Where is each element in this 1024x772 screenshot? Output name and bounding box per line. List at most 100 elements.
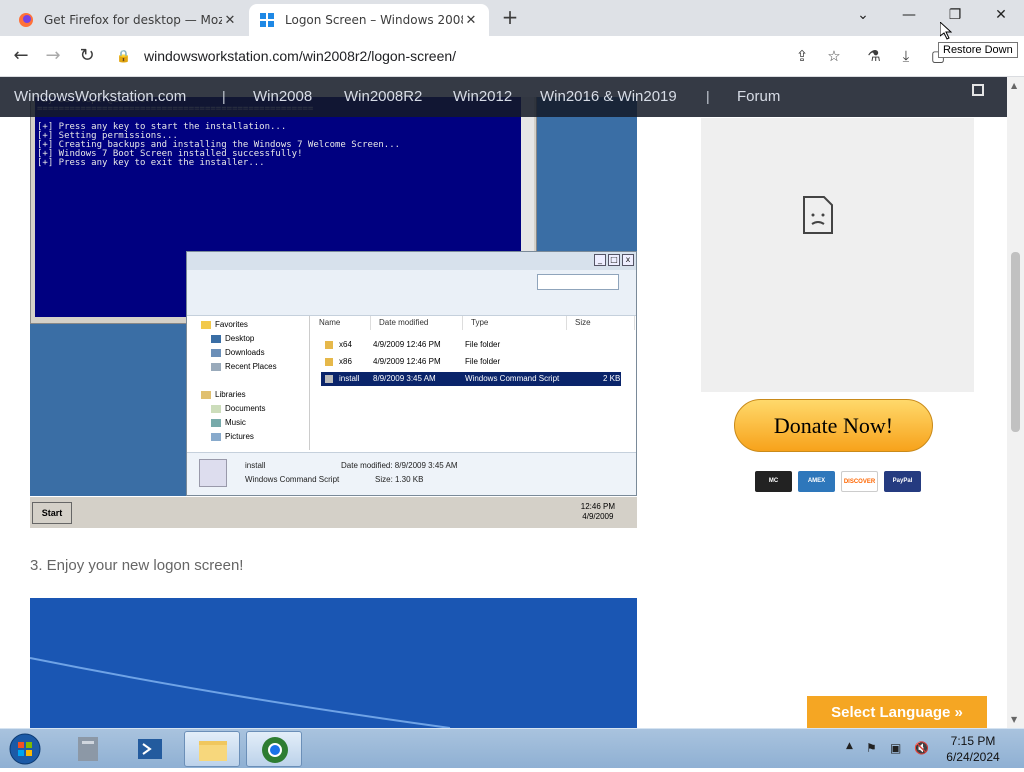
- back-button[interactable]: ←: [8, 44, 34, 68]
- folder-icon: [325, 358, 333, 366]
- server-taskbar: Start 12:46 PM 4/9/2009: [30, 496, 637, 528]
- file-row: install 8/9/2009 3:45 AM Windows Command…: [321, 372, 621, 386]
- pictures-icon: [211, 432, 221, 441]
- menu-toggle-icon[interactable]: [972, 84, 984, 96]
- step-caption: 3. Enjoy your new logon screen!: [30, 557, 244, 574]
- nav-item: Favorites: [201, 320, 248, 329]
- downloads-icon: [211, 348, 221, 357]
- site-navbar: WindowsWorkstation.com | Win2008 Win2008…: [0, 77, 1007, 117]
- nav-link-win2012[interactable]: Win2012: [453, 88, 512, 105]
- windows-logo-icon: [260, 13, 274, 27]
- network-icon[interactable]: ▣: [890, 741, 901, 755]
- tab-logon-screen[interactable]: Logon Screen – Windows 2008 R2 ✕: [249, 4, 489, 36]
- scrollbar-thumb[interactable]: [1011, 252, 1020, 432]
- explorer-taskbar-icon[interactable]: [184, 731, 240, 767]
- clock-time: 7:15 PM: [950, 734, 996, 748]
- tab-title: Logon Screen – Windows 2008 R2: [285, 13, 463, 27]
- documents-icon: [211, 404, 221, 413]
- nav-separator: |: [222, 88, 226, 104]
- scroll-down-icon[interactable]: ▼: [1011, 715, 1017, 724]
- music-icon: [211, 418, 221, 427]
- close-window-button[interactable]: ✕: [978, 0, 1024, 30]
- nav-link-win2008[interactable]: Win2008: [253, 88, 312, 105]
- folder-icon: [325, 341, 333, 349]
- donate-button[interactable]: Donate Now!: [734, 399, 933, 452]
- download-icon[interactable]: ⤓: [894, 44, 918, 68]
- file-large-icon: [199, 459, 227, 487]
- discover-icon: DISCOVER: [841, 471, 878, 492]
- action-center-flag-icon[interactable]: ⚑: [866, 741, 877, 755]
- select-language-button[interactable]: Select Language »: [807, 696, 987, 729]
- browser-tab-bar: Get Firefox for desktop — Mozilla ✕ Logo…: [0, 0, 1024, 36]
- column-header: Type: [463, 316, 567, 330]
- nav-item: Pictures: [211, 432, 254, 441]
- chrome-taskbar-icon[interactable]: [246, 731, 302, 767]
- nav-item: Recent Places: [211, 362, 277, 371]
- firefox-icon: [19, 13, 33, 27]
- star-icon: [201, 320, 211, 329]
- server-manager-taskbar-icon[interactable]: [62, 731, 118, 767]
- tab-firefox[interactable]: Get Firefox for desktop — Mozilla ✕: [8, 4, 248, 36]
- powershell-taskbar-icon[interactable]: [122, 731, 178, 767]
- browser-toolbar: ← → ↻ 🔒 windowsworkstation.com/win2008r2…: [0, 36, 1024, 77]
- explorer-nav-pane: Favorites Desktop Downloads Recent Place…: [187, 316, 310, 450]
- explorer-file-list: Name Date modified Type Size x64 4/9/200…: [311, 316, 636, 450]
- script-icon: [325, 375, 333, 383]
- mastercard-icon: MC: [755, 471, 792, 492]
- new-tab-button[interactable]: +: [498, 6, 522, 30]
- address-bar[interactable]: 🔒 windowsworkstation.com/win2008r2/logon…: [108, 41, 860, 71]
- amex-icon: AMEX: [798, 471, 835, 492]
- explorer-titlebar: _ □ x: [187, 252, 636, 270]
- bookmark-star-icon[interactable]: ☆: [822, 44, 846, 68]
- maximize-icon: □: [608, 254, 620, 266]
- volume-muted-icon[interactable]: 🔇: [914, 741, 929, 755]
- labs-flask-icon[interactable]: ⚗: [862, 44, 886, 68]
- tab-title: Get Firefox for desktop — Mozilla: [44, 13, 222, 27]
- clock-date: 6/24/2024: [946, 750, 1000, 764]
- explorer-details-pane: install Windows Command Script Date modi…: [187, 452, 636, 495]
- nav-link-forum[interactable]: Forum: [737, 88, 780, 105]
- site-logo-link[interactable]: WindowsWorkstation.com: [14, 88, 186, 105]
- recent-places-icon: [211, 362, 221, 371]
- column-header: Size: [567, 316, 635, 330]
- explorer-toolbar: [187, 270, 636, 316]
- start-orb-icon[interactable]: [6, 731, 44, 767]
- nav-link-win2008r2[interactable]: Win2008R2: [344, 88, 422, 105]
- ad-placeholder: [701, 118, 974, 392]
- nav-link-win2016[interactable]: Win2016 & Win2019: [540, 88, 677, 105]
- server-clock: 12:46 PM 4/9/2009: [580, 502, 615, 521]
- share-icon[interactable]: ⇪: [790, 44, 814, 68]
- url-text: windowsworkstation.com/win2008r2/logon-s…: [144, 48, 457, 64]
- windows-taskbar: ▲ ⚑ ▣ 🔇 7:15 PM 6/24/2024: [0, 728, 1024, 768]
- close-tab-icon[interactable]: ✕: [463, 13, 479, 28]
- nav-item: Documents: [211, 404, 265, 413]
- explorer-search-box: [537, 274, 619, 290]
- restore-button[interactable]: ❐: [932, 0, 978, 30]
- nav-item: Downloads: [211, 348, 265, 357]
- minimize-icon: _: [594, 254, 606, 266]
- page-content: Windows 7 Welcome Screen for Windows Ser…: [0, 77, 1007, 728]
- windows7-logon-image: [30, 598, 637, 728]
- desktop-icon: [211, 334, 221, 343]
- scroll-up-icon[interactable]: ▲: [1011, 81, 1017, 90]
- server-2008-screenshot: Windows 7 Welcome Screen for Windows Ser…: [30, 97, 637, 528]
- show-hidden-icons[interactable]: ▲: [846, 741, 853, 751]
- broken-image-icon: [803, 196, 833, 234]
- minimize-button[interactable]: —: [886, 0, 932, 30]
- taskbar-clock[interactable]: 7:15 PM 6/24/2024: [930, 733, 1016, 765]
- close-tab-icon[interactable]: ✕: [222, 13, 238, 28]
- tab-search-icon[interactable]: ⌄: [840, 0, 886, 30]
- lock-icon[interactable]: 🔒: [116, 49, 132, 63]
- payment-cards: MC AMEX DISCOVER PayPal: [755, 471, 921, 492]
- forward-button[interactable]: →: [40, 44, 66, 68]
- file-row: x86 4/9/2009 12:46 PM File folder: [321, 355, 621, 369]
- reload-button[interactable]: ↻: [74, 44, 100, 68]
- paypal-icon: PayPal: [884, 471, 921, 492]
- wallpaper-swoosh: [30, 657, 451, 728]
- nav-separator: |: [706, 88, 710, 104]
- nav-item: Desktop: [211, 334, 254, 343]
- mouse-cursor-icon: [940, 22, 952, 40]
- page-scrollbar[interactable]: ▲ ▼: [1007, 77, 1024, 728]
- nav-item: Music: [211, 418, 246, 427]
- explorer-window: _ □ x Favorites Desktop Downloads Recent…: [186, 251, 637, 496]
